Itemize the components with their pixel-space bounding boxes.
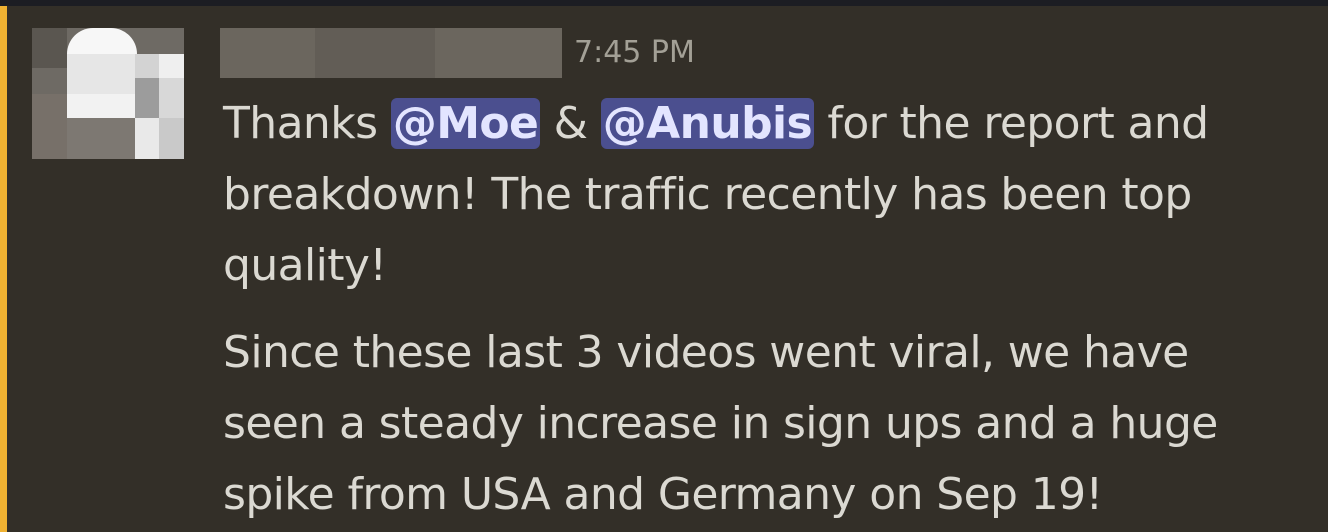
avatar-pixel: [137, 28, 184, 54]
avatar-pixel: [67, 54, 135, 94]
avatar-pixel: [32, 94, 67, 159]
message-paragraph: Thanks @Moe & @Anubis for the report and…: [223, 88, 1263, 301]
avatar-pixel: [135, 78, 159, 118]
message-timestamp[interactable]: 7:45 PM: [574, 34, 695, 72]
avatar-pixel: [135, 54, 159, 78]
username-redacted[interactable]: [220, 28, 562, 78]
avatar-pixel: [135, 118, 159, 159]
mention-highlight-stripe: [0, 6, 7, 532]
avatar-pixel: [159, 118, 184, 159]
redaction-block: [315, 28, 435, 78]
avatar-pixel: [67, 118, 135, 159]
avatar-pixel: [159, 54, 184, 78]
avatar-pixel: [159, 78, 184, 118]
message-content: Thanks @Moe & @Anubis for the report and…: [223, 88, 1263, 530]
avatar-pixel: [67, 94, 135, 118]
avatar-pixel: [32, 28, 67, 68]
user-mention-moe[interactable]: @Moe: [390, 98, 541, 149]
message-paragraph: Since these last 3 videos went viral, we…: [223, 327, 1218, 520]
avatar[interactable]: [32, 28, 184, 159]
avatar-pixel: [67, 28, 137, 54]
text-segment: Thanks: [223, 98, 391, 149]
text-segment: &: [540, 98, 601, 149]
user-mention-anubis[interactable]: @Anubis: [600, 98, 815, 149]
chat-message: 7:45 PM Thanks @Moe & @Anubis for the re…: [7, 6, 1328, 532]
